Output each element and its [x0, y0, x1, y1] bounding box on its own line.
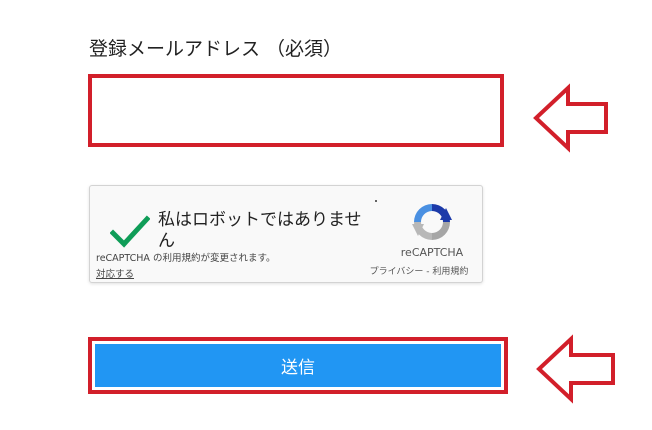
recaptcha-notice: reCAPTCHA の利用規約が変更されます。	[96, 253, 276, 264]
submit-button[interactable]: 送信	[95, 344, 501, 387]
recaptcha-brand: reCAPTCHA	[400, 246, 464, 259]
privacy-link[interactable]: プライバシー	[370, 267, 424, 277]
left-arrow-icon	[536, 334, 615, 404]
recaptcha-links: プライバシー - 利用規約	[356, 264, 482, 277]
left-arrow-icon	[533, 83, 608, 153]
terms-link[interactable]: 利用規約	[432, 267, 468, 277]
respond-link[interactable]: 対応する	[96, 266, 134, 280]
recaptcha-logo-icon	[412, 204, 452, 240]
submit-highlight: 送信	[88, 337, 508, 394]
email-input[interactable]	[88, 74, 504, 147]
checkmark-icon[interactable]	[110, 214, 150, 248]
recaptcha-checkbox-label: 私はロボットではありません	[158, 210, 362, 251]
decorative-dot	[375, 200, 377, 202]
recaptcha-widget: 私はロボットではありません reCAPTCHA プライバシー - 利用規約 re…	[89, 185, 483, 283]
email-field-label: 登録メールアドレス （必須）	[89, 38, 343, 60]
